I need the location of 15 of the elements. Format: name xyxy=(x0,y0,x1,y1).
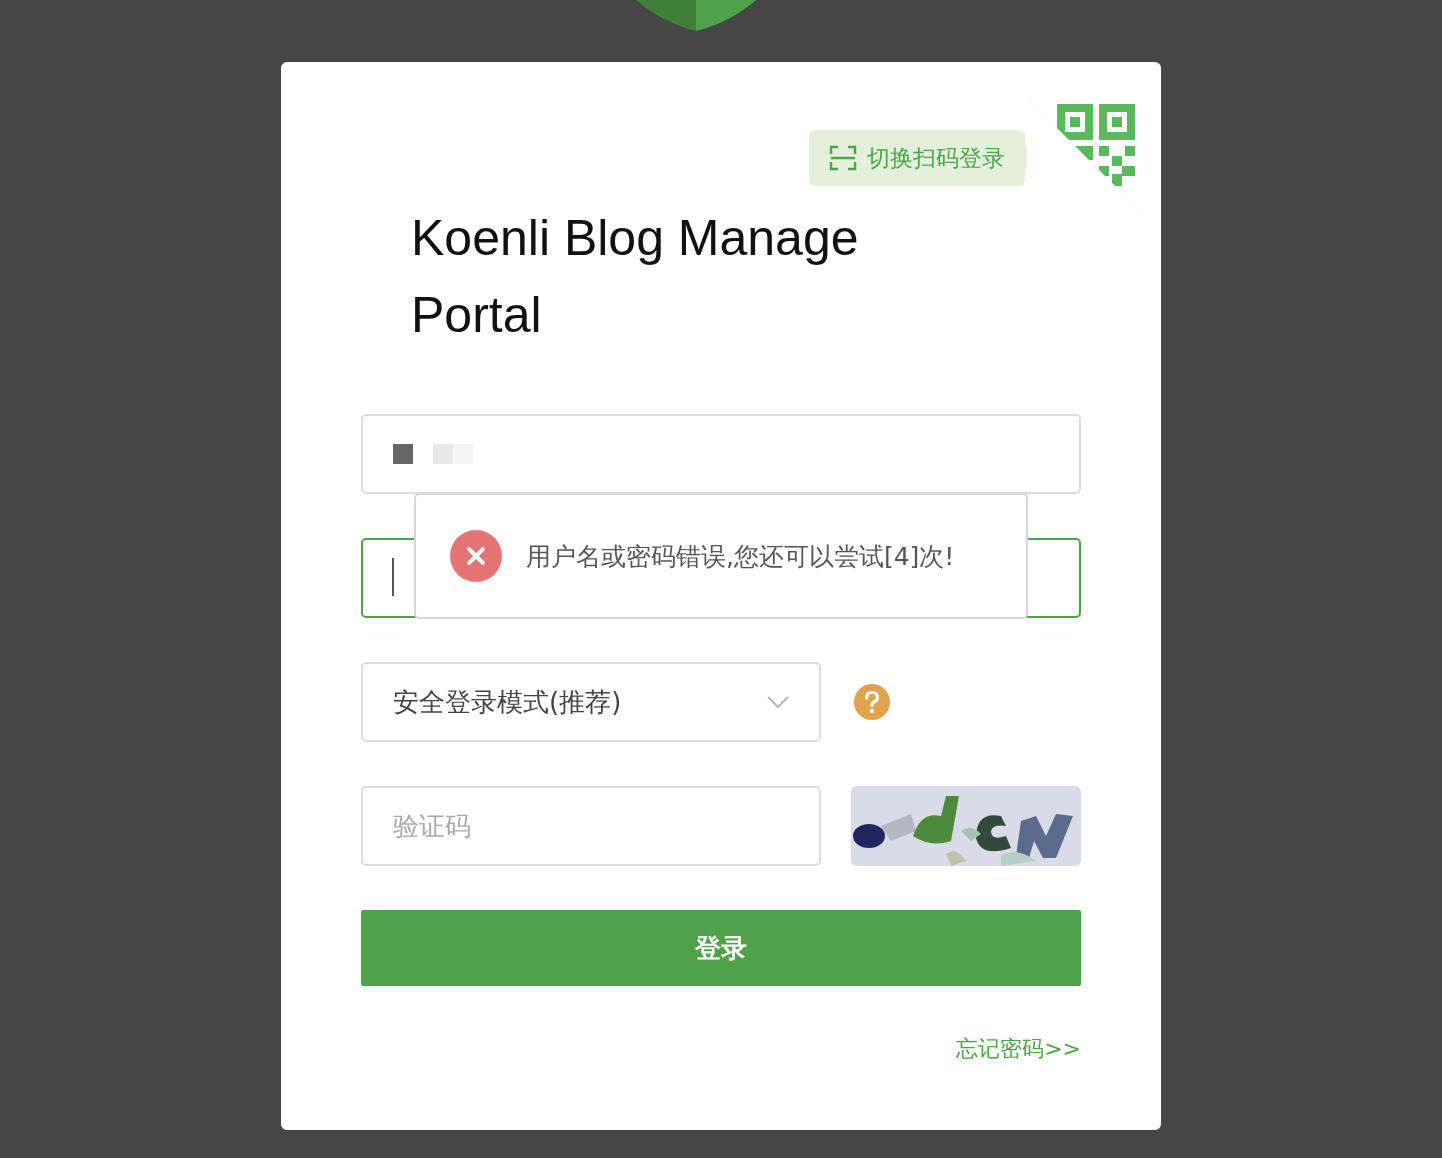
qr-code-icon[interactable] xyxy=(1027,98,1145,216)
scan-icon xyxy=(829,145,857,171)
qr-switch-tooltip[interactable]: 切换扫码登录 xyxy=(809,130,1025,186)
error-message: 用户名或密码错误,您还可以尝试[4]次! xyxy=(526,540,955,573)
text-cursor-icon xyxy=(392,558,394,596)
chevron-down-icon xyxy=(767,696,789,708)
username-field[interactable] xyxy=(361,414,1081,494)
login-button[interactable]: 登录 xyxy=(361,910,1081,986)
portal-title: Koenli Blog Manage Portal xyxy=(411,209,860,345)
login-mode-select[interactable]: 安全登录模式(推荐) xyxy=(361,662,821,742)
forgot-password-link[interactable]: 忘记密码>> xyxy=(956,1034,1081,1064)
qr-switch-label: 切换扫码登录 xyxy=(867,143,1005,173)
help-icon[interactable] xyxy=(854,684,890,720)
captcha-field[interactable]: 验证码 xyxy=(361,786,821,866)
shield-icon xyxy=(636,0,756,31)
